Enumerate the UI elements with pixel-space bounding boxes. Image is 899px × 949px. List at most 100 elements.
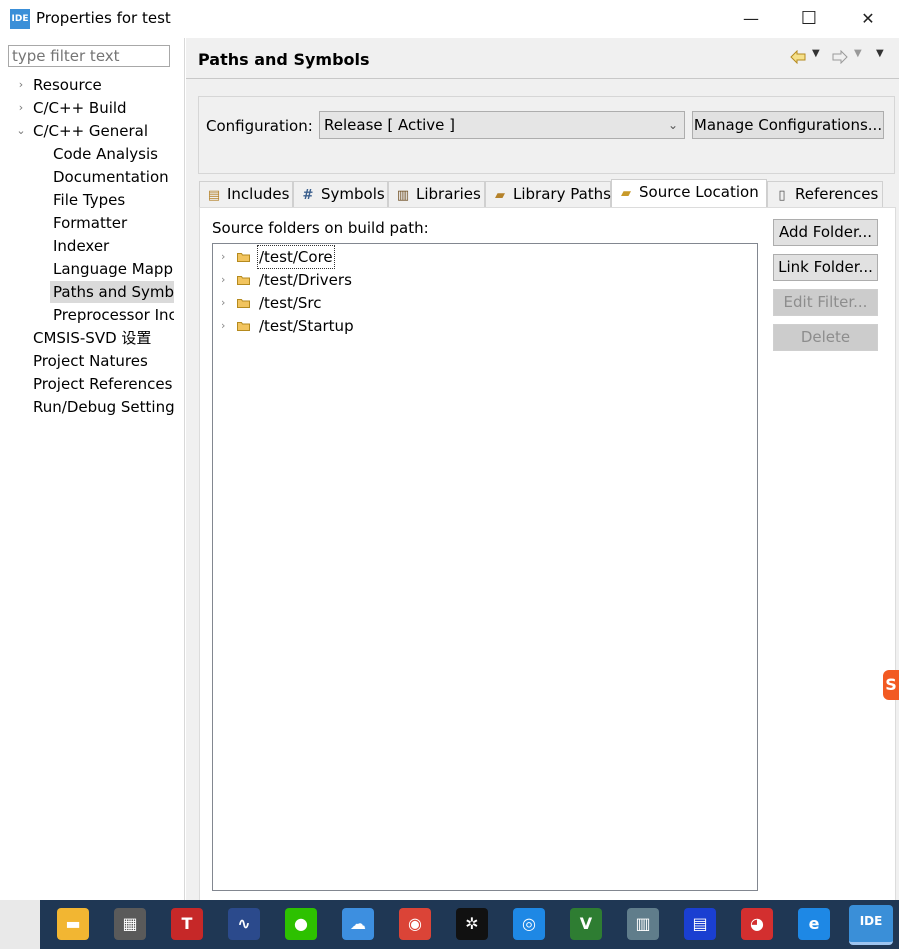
sidebar-item[interactable]: Documentation xyxy=(50,166,174,188)
pig-app-taskbar-icon[interactable]: ◕ xyxy=(741,908,773,940)
sidebar-item[interactable]: Run/Debug Setting xyxy=(0,396,184,418)
library-paths-icon: ▰ xyxy=(495,188,505,203)
tab-includes[interactable]: ▤ Includes xyxy=(199,181,293,207)
folder-icon xyxy=(237,276,250,285)
tab-label: References xyxy=(795,185,879,203)
chevron-down-icon: ⌄ xyxy=(667,118,678,132)
sidebar-item[interactable]: Language Mappi xyxy=(50,258,174,280)
edit-filter-button[interactable]: Edit Filter... xyxy=(773,289,878,316)
chevron-right-icon[interactable]: › xyxy=(221,315,231,337)
tab-label: Includes xyxy=(227,185,290,203)
folder-open-icon: ▰ xyxy=(621,186,631,201)
back-arrow-icon[interactable] xyxy=(790,50,806,64)
stm32cubeide-taskbar-icon[interactable]: IDE xyxy=(849,905,893,945)
sidebar-item-label: CMSIS-SVD 设置 xyxy=(33,329,152,347)
folder-icon xyxy=(237,322,250,331)
sidebar-item[interactable]: Formatter xyxy=(50,212,174,234)
ide-app-icon: IDE xyxy=(10,9,30,29)
tab-source-location[interactable]: ▰ Source Location xyxy=(611,179,767,208)
add-folder-button[interactable]: Add Folder... xyxy=(773,219,878,246)
property-pages-sidebar: › Resource › C/C++ Build ⌄ C/C++ General ›Code… xyxy=(0,38,185,900)
calculator-taskbar-icon[interactable]: ▦ xyxy=(114,908,146,940)
tab-references[interactable]: ▯ References xyxy=(767,181,883,207)
configuration-select[interactable]: Release [ Active ] ⌄ xyxy=(319,111,685,139)
window-titlebar: IDE Properties for test — ☐ ✕ xyxy=(0,0,899,38)
cloud-drive-taskbar-icon[interactable]: ☁ xyxy=(342,908,374,940)
window-title: Properties for test xyxy=(36,9,171,27)
chrome-taskbar-icon[interactable]: ◉ xyxy=(399,908,431,940)
sidebar-item[interactable]: CMSIS-SVD 设置 xyxy=(0,327,184,349)
folder-label: /test/Src xyxy=(259,294,322,312)
chevron-right-icon[interactable]: › xyxy=(221,292,231,314)
sidebar-item-label: Code Analysis xyxy=(53,145,158,163)
configuration-value: Release [ Active ] xyxy=(324,116,456,134)
graph-app-taskbar-icon[interactable]: ∿ xyxy=(228,908,260,940)
file-explorer-taskbar-icon[interactable]: ▬ xyxy=(57,908,89,940)
link-folder-button[interactable]: Link Folder... xyxy=(773,254,878,281)
edge-browser-taskbar-icon[interactable]: e xyxy=(798,908,830,940)
forward-dropdown-icon[interactable]: ▼ xyxy=(854,48,862,59)
sidebar-item-label: Project References xyxy=(33,375,173,393)
delete-button[interactable]: Delete xyxy=(773,324,878,351)
sidebar-item[interactable]: ⌄ C/C++ General xyxy=(0,120,184,142)
sidebar-item-label: File Types xyxy=(53,191,126,209)
source-folders-tree[interactable]: › /test/Core › /test/Drivers › /test/Src… xyxy=(212,243,758,891)
libraries-icon: ▥ xyxy=(396,188,410,203)
sidebar-item-label: C/C++ Build xyxy=(33,99,127,117)
atom-app-taskbar-icon[interactable]: ✲ xyxy=(456,908,488,940)
spiral-app-taskbar-icon[interactable]: ◎ xyxy=(513,908,545,940)
sidebar-item[interactable]: Preprocessor Inc xyxy=(50,304,174,326)
tiktok-toolbox-taskbar-icon[interactable]: T xyxy=(171,908,203,940)
folder-icon xyxy=(237,299,250,308)
tab-symbols[interactable]: # Symbols xyxy=(293,181,388,207)
folder-icon xyxy=(237,253,250,262)
sidebar-item-label: Indexer xyxy=(53,237,110,255)
close-button[interactable]: ✕ xyxy=(845,4,891,34)
sidebar-item[interactable]: Paths and Symbo xyxy=(50,281,174,303)
minimize-button[interactable]: — xyxy=(728,4,774,34)
filter-input[interactable] xyxy=(8,45,170,67)
tab-libraries[interactable]: ▥ Libraries xyxy=(388,181,485,207)
chevron-down-icon[interactable]: ⌄ xyxy=(15,120,27,142)
tab-library-paths[interactable]: ▰ Library Paths xyxy=(485,181,611,207)
tab-label: Library Paths xyxy=(513,185,611,203)
folder-label: /test/Startup xyxy=(259,317,354,335)
sidebar-item-label: Language Mappi xyxy=(53,260,174,278)
source-folders-label: Source folders on build path: xyxy=(212,219,429,237)
floating-s-logo[interactable]: S xyxy=(883,670,899,700)
grid-building-app-taskbar-icon[interactable]: ▤ xyxy=(684,908,716,940)
keil-v5-taskbar-icon[interactable]: V xyxy=(570,908,602,940)
sidebar-item[interactable]: Project Natures xyxy=(0,350,184,372)
sidebar-item-label: Paths and Symbo xyxy=(53,283,174,301)
building-app-taskbar-icon[interactable]: ▥ xyxy=(627,908,659,940)
back-dropdown-icon[interactable]: ▼ xyxy=(812,48,820,59)
sidebar-item-label: Preprocessor Inc xyxy=(53,306,174,324)
chevron-right-icon[interactable]: › xyxy=(221,246,231,268)
sidebar-item-label: Formatter xyxy=(53,214,128,232)
sidebar-item[interactable]: Project References xyxy=(0,373,184,395)
forward-arrow-icon[interactable] xyxy=(832,50,848,64)
tab-label: Libraries xyxy=(416,185,481,203)
hash-icon: # xyxy=(302,188,314,203)
sidebar-item-label: Resource xyxy=(33,76,102,94)
configuration-label: Configuration: xyxy=(206,117,313,135)
sidebar-item[interactable]: ›Code Analysis xyxy=(50,143,174,165)
folder-label: /test/Core xyxy=(257,245,335,269)
page-header: Paths and Symbols ▼ ▼ ▼ xyxy=(186,38,899,79)
main-panel: Paths and Symbols ▼ ▼ ▼ Configuration: R… xyxy=(186,38,899,900)
desktop-strip xyxy=(0,900,40,949)
chevron-right-icon[interactable]: › xyxy=(15,74,27,96)
sidebar-item[interactable]: › C/C++ Build xyxy=(0,97,184,119)
chevron-right-icon[interactable]: › xyxy=(221,269,231,291)
page-title: Paths and Symbols xyxy=(198,50,370,69)
chevron-right-icon[interactable]: › xyxy=(15,97,27,119)
includes-icon: ▤ xyxy=(207,188,221,203)
maximize-button[interactable]: ☐ xyxy=(786,4,832,34)
sidebar-item[interactable]: › Resource xyxy=(0,74,184,96)
references-icon: ▯ xyxy=(778,188,786,203)
sidebar-item[interactable]: Indexer xyxy=(50,235,174,257)
wechat-taskbar-icon[interactable]: ● xyxy=(285,908,317,940)
view-menu-icon[interactable]: ▼ xyxy=(876,48,884,59)
manage-configurations-button[interactable]: Manage Configurations... xyxy=(692,111,884,139)
sidebar-item[interactable]: File Types xyxy=(50,189,174,211)
